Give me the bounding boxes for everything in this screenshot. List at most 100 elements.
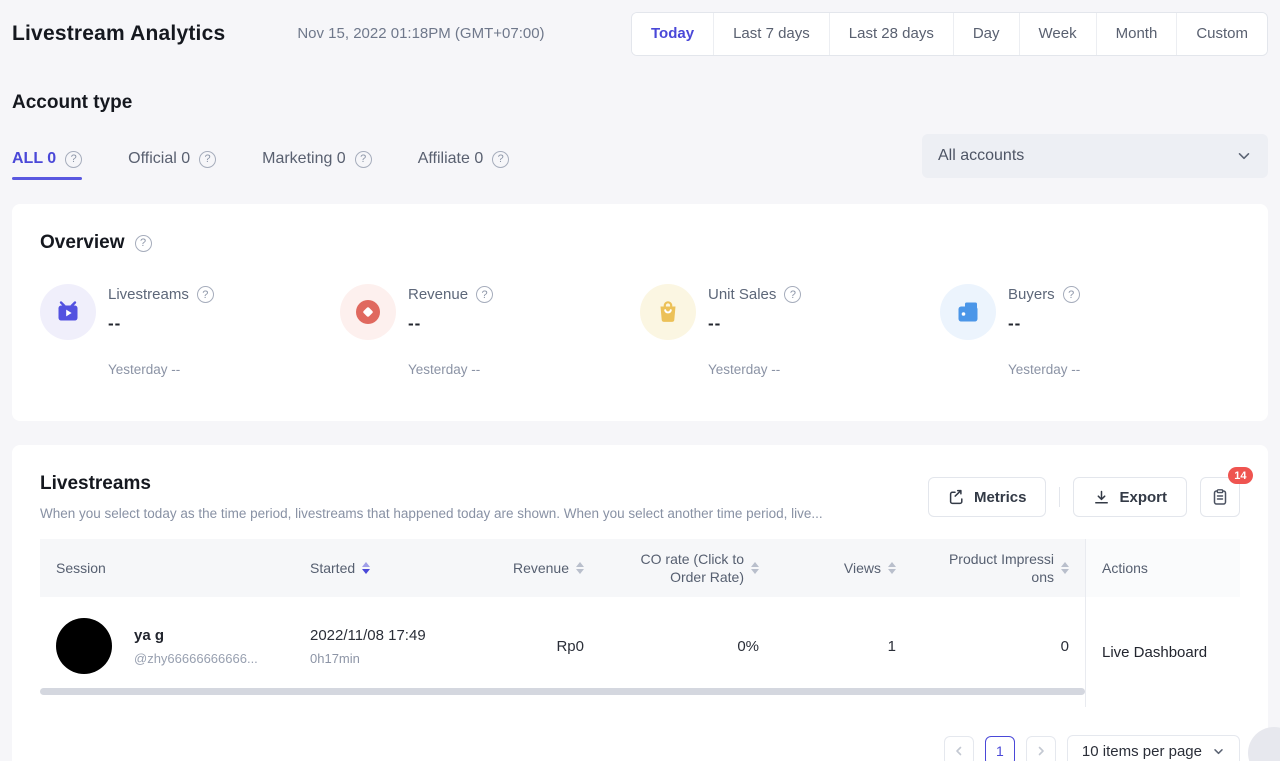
metric-revenue-label: Revenue	[408, 286, 468, 303]
items-per-page-select[interactable]: 10 items per page	[1067, 735, 1240, 761]
sort-icon[interactable]	[1061, 562, 1069, 574]
stream-duration: 0h17min	[310, 651, 426, 666]
column-label: Views	[844, 560, 881, 576]
help-icon[interactable]: ?	[1063, 286, 1080, 303]
time-period-button-group: Today Last 7 days Last 28 days Day Week …	[631, 12, 1268, 56]
tab-all[interactable]: ALL 0 ?	[12, 150, 82, 180]
revenue-record-icon	[340, 284, 396, 340]
help-icon[interactable]: ?	[476, 286, 493, 303]
column-header-revenue[interactable]: Revenue	[460, 539, 600, 597]
livestream-analytics-page: Livestream Analytics Nov 15, 2022 01:18P…	[0, 0, 1280, 761]
tab-affiliate[interactable]: Affiliate 0 ?	[418, 150, 510, 180]
export-button[interactable]: Export	[1073, 477, 1187, 517]
next-page-button[interactable]	[1026, 736, 1056, 761]
livestreams-card: Livestreams When you select today as the…	[12, 445, 1268, 761]
tab-marketing[interactable]: Marketing 0 ?	[262, 150, 372, 180]
chevron-right-icon	[1035, 745, 1047, 757]
session-name: ya g	[134, 627, 258, 644]
chevron-left-icon	[953, 745, 965, 757]
table-scroll-area: Session Started Revenue CO rate (Click t…	[40, 539, 1085, 707]
period-button-week[interactable]: Week	[1019, 13, 1096, 55]
page-number-button[interactable]: 1	[985, 736, 1015, 761]
edit-square-icon	[948, 489, 965, 506]
help-icon[interactable]: ?	[65, 151, 82, 168]
clipboard-button[interactable]: 14	[1200, 477, 1240, 517]
metric-livestreams-value: --	[108, 314, 214, 334]
account-type-tabs: ALL 0 ? Official 0 ? Marketing 0 ? Affil…	[12, 150, 509, 180]
cell-product-impressions: 0	[912, 638, 1085, 655]
period-button-today[interactable]: Today	[632, 13, 713, 55]
column-label: Revenue	[513, 560, 569, 576]
cell-views: 1	[775, 638, 912, 655]
horizontal-scrollbar[interactable]	[40, 688, 1085, 695]
items-per-page-value: 10 items per page	[1082, 743, 1202, 760]
sort-icon[interactable]	[362, 562, 370, 574]
metric-revenue-value: --	[408, 314, 493, 334]
overview-metrics-row: Livestreams ? -- Yesterday --	[40, 284, 1240, 377]
unit-sales-bag-icon	[640, 284, 696, 340]
notification-badge: 14	[1228, 467, 1253, 484]
period-button-day[interactable]: Day	[953, 13, 1019, 55]
help-icon[interactable]: ?	[197, 286, 214, 303]
period-button-month[interactable]: Month	[1096, 13, 1177, 55]
metric-buyers-label: Buyers	[1008, 286, 1055, 303]
pagination: 1 10 items per page	[40, 735, 1240, 761]
metric-unit-sales-value: --	[708, 314, 801, 334]
column-header-session: Session	[40, 539, 294, 597]
period-button-last-7-days[interactable]: Last 7 days	[713, 13, 829, 55]
actions-column: Actions Live Dashboard	[1085, 539, 1240, 707]
table-row: ya g @zhy66666666666... 2022/11/08 17:49…	[40, 597, 1085, 695]
overview-heading-label: Overview	[40, 232, 125, 254]
help-icon[interactable]: ?	[199, 151, 216, 168]
column-header-product-impressions[interactable]: Product Impressions	[912, 539, 1085, 597]
account-type-row: ALL 0 ? Official 0 ? Marketing 0 ? Affil…	[12, 134, 1268, 180]
clipboard-icon	[1211, 488, 1229, 506]
live-dashboard-link[interactable]: Live Dashboard	[1102, 644, 1207, 661]
metric-unit-sales: Unit Sales ? -- Yesterday --	[640, 284, 940, 377]
current-datetime: Nov 15, 2022 01:18PM (GMT+07:00)	[297, 25, 544, 42]
sort-icon[interactable]	[888, 562, 896, 574]
account-filter-select[interactable]: All accounts	[922, 134, 1268, 178]
metrics-button-label: Metrics	[974, 489, 1027, 506]
metric-livestreams-yesterday: Yesterday --	[108, 362, 340, 377]
help-icon[interactable]: ?	[135, 235, 152, 252]
metric-buyers-value: --	[1008, 314, 1080, 334]
tab-official[interactable]: Official 0 ?	[128, 150, 216, 180]
avatar	[56, 618, 112, 674]
cell-started: 2022/11/08 17:49 0h17min	[294, 627, 460, 666]
top-bar: Livestream Analytics Nov 15, 2022 01:18P…	[12, 0, 1268, 56]
livestreams-table: Session Started Revenue CO rate (Click t…	[40, 539, 1240, 707]
column-header-started[interactable]: Started	[294, 539, 460, 597]
period-button-last-28-days[interactable]: Last 28 days	[829, 13, 953, 55]
cell-session[interactable]: ya g @zhy66666666666...	[40, 618, 294, 674]
account-type-heading: Account type	[12, 92, 1268, 114]
metric-livestreams: Livestreams ? -- Yesterday --	[40, 284, 340, 377]
help-icon[interactable]: ?	[784, 286, 801, 303]
metric-buyers: Buyers ? -- Yesterday --	[940, 284, 1240, 377]
download-icon	[1093, 489, 1110, 506]
overview-heading: Overview ?	[40, 232, 1240, 254]
cell-co-rate: 0%	[600, 638, 775, 655]
livestreams-description: When you select today as the time period…	[40, 506, 823, 521]
cell-revenue: Rp0	[460, 638, 600, 655]
tab-marketing-label: Marketing 0	[262, 150, 346, 168]
metrics-button[interactable]: Metrics	[928, 477, 1047, 517]
help-icon[interactable]: ?	[492, 151, 509, 168]
column-header-views[interactable]: Views	[775, 539, 912, 597]
metric-unit-sales-label: Unit Sales	[708, 286, 776, 303]
overview-card: Overview ? Livestreams	[12, 204, 1268, 421]
column-label: Actions	[1102, 560, 1148, 576]
tab-official-label: Official 0	[128, 150, 190, 168]
account-filter-value: All accounts	[938, 147, 1024, 165]
help-icon[interactable]: ?	[355, 151, 372, 168]
livestream-tv-icon	[40, 284, 96, 340]
column-header-co-rate[interactable]: CO rate (Click to Order Rate)	[600, 539, 775, 597]
page-title: Livestream Analytics	[12, 22, 225, 46]
metric-livestreams-label: Livestreams	[108, 286, 189, 303]
sort-icon[interactable]	[751, 562, 759, 574]
column-label: Session	[56, 560, 106, 576]
previous-page-button[interactable]	[944, 736, 974, 761]
period-button-custom[interactable]: Custom	[1176, 13, 1267, 55]
sort-icon[interactable]	[576, 562, 584, 574]
metric-revenue: Revenue ? -- Yesterday --	[340, 284, 640, 377]
